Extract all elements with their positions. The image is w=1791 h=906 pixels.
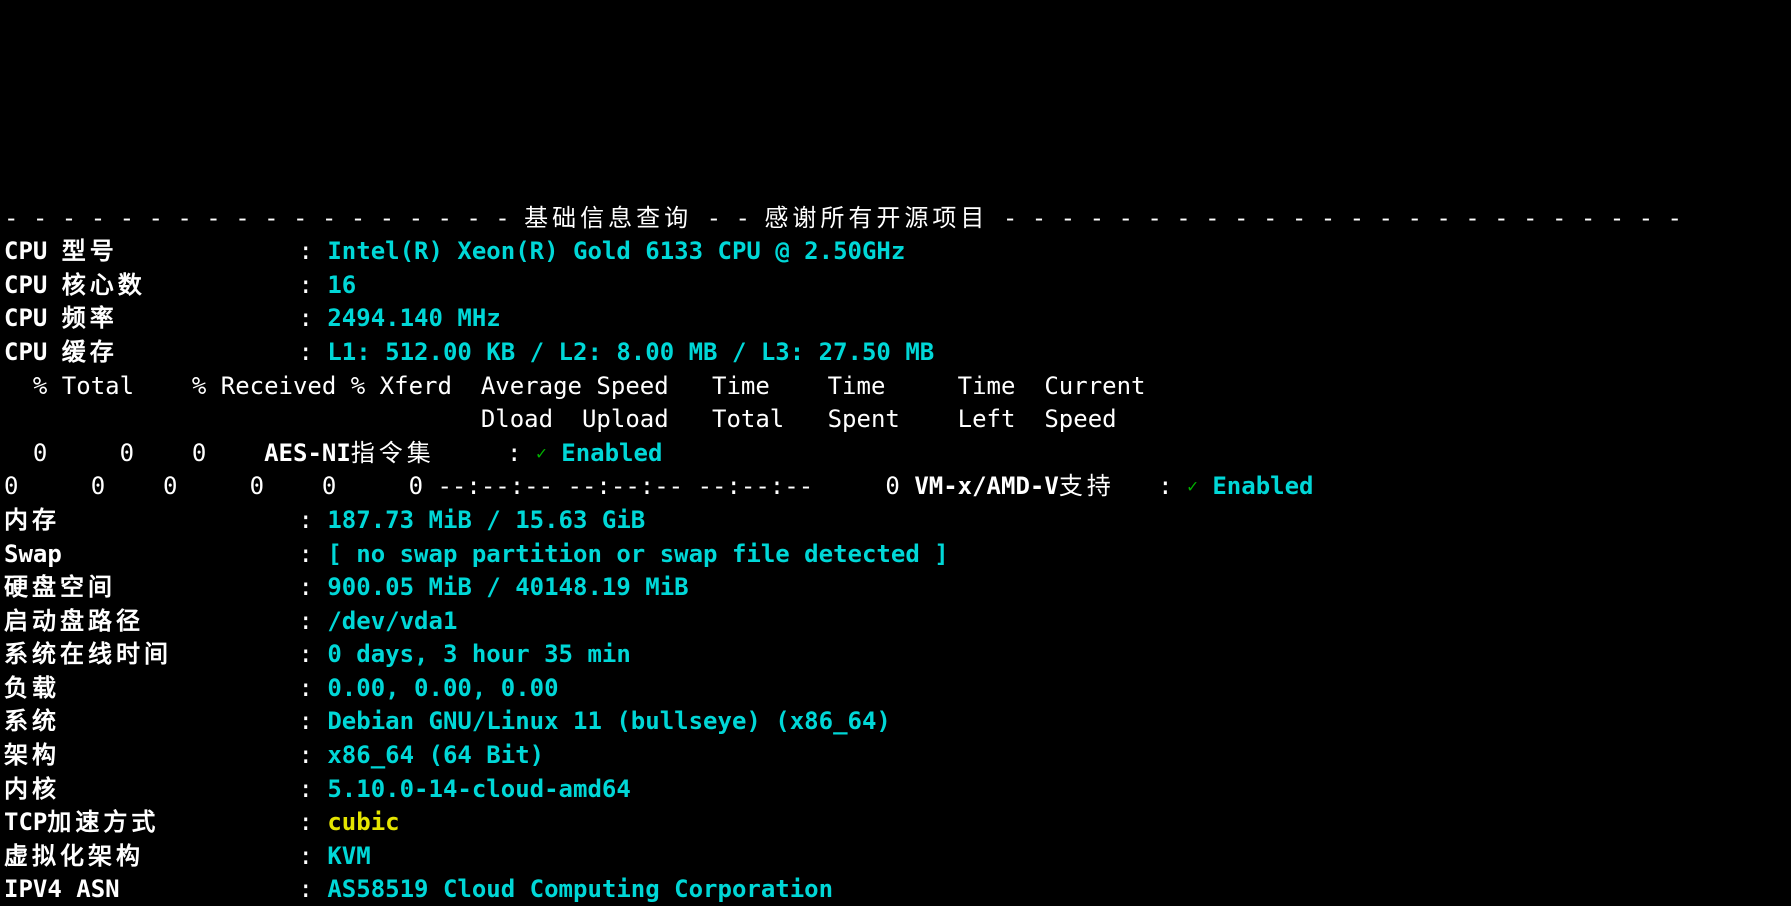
row-virt: 虚拟化架构 : KVM (4, 842, 371, 870)
row-os: 系统 : Debian GNU/Linux 11 (bullseye) (x86… (4, 707, 891, 735)
row-swap: Swap : [ no swap partition or swap file … (4, 540, 949, 568)
row-disk: 硬盘空间 : 900.05 MiB / 40148.19 MiB (4, 573, 689, 601)
row-cpu-model: CPU 型号 : Intel(R) Xeon(R) Gold 6133 CPU … (4, 237, 905, 265)
row-tcp: TCP加速方式 : cubic (4, 808, 400, 836)
row-aes-ni: 0 0 0 AES-NI指令集 : ✓ Enabled (4, 439, 662, 467)
row-load: 负载 : 0.00, 0.00, 0.00 (4, 674, 559, 702)
row-cpu-cache: CPU 缓存 : L1: 512.00 KB / L2: 8.00 MB / L… (4, 338, 934, 366)
row-ipv4-asn: IPV4 ASN : AS58519 Cloud Computing Corpo… (4, 875, 833, 903)
check-icon: ✓ (1187, 476, 1198, 497)
row-memory: 内存 : 187.73 MiB / 15.63 GiB (4, 506, 645, 534)
row-vmx: 0 0 0 0 0 0 --:--:-- --:--:-- --:--:-- 0… (4, 472, 1314, 500)
curl-header-1: % Total % Received % Xferd Average Speed… (4, 372, 1146, 400)
row-cpu-cores: CPU 核心数 : 16 (4, 271, 356, 299)
row-kernel: 内核 : 5.10.0-14-cloud-amd64 (4, 775, 631, 803)
row-arch: 架构 : x86_64 (64 Bit) (4, 741, 544, 769)
row-uptime: 系统在线时间 : 0 days, 3 hour 35 min (4, 640, 631, 668)
terminal-output: - - - - - - - - - - - - - - - - - - 基础信息… (0, 168, 1791, 906)
check-icon: ✓ (536, 443, 547, 464)
row-cpu-freq: CPU 频率 : 2494.140 MHz (4, 304, 501, 332)
header-line: - - - - - - - - - - - - - - - - - - 基础信息… (4, 204, 1682, 232)
row-boot-path: 启动盘路径 : /dev/vda1 (4, 607, 457, 635)
curl-header-2: Dload Upload Total Spent Left Speed (4, 405, 1117, 433)
